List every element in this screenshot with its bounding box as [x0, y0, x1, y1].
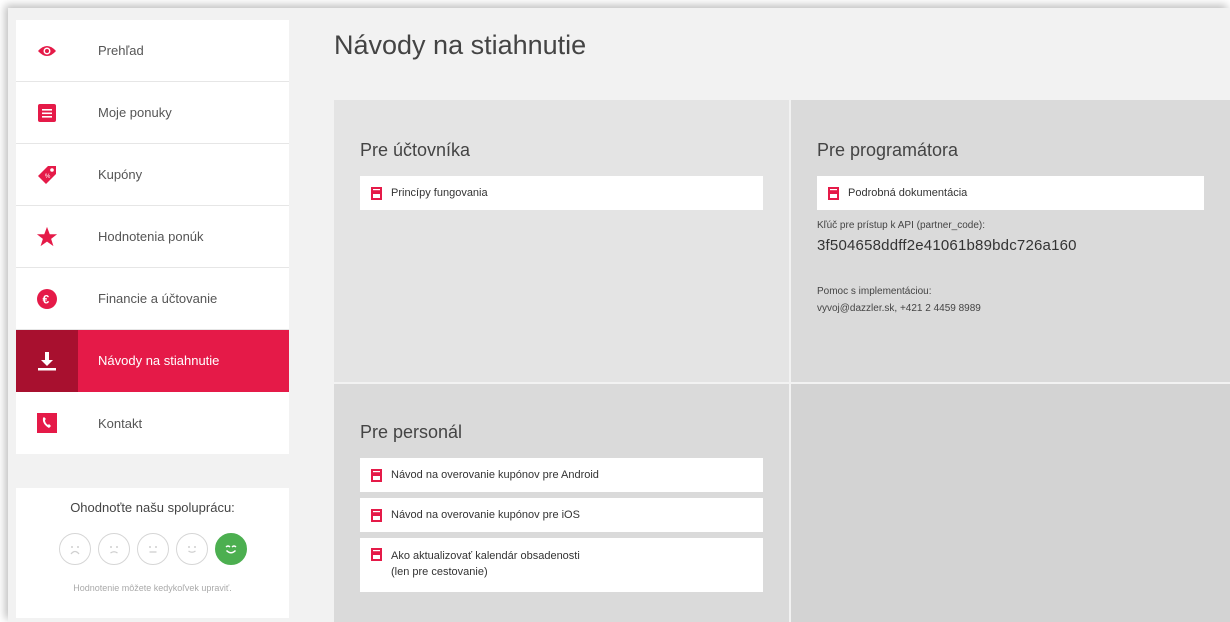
happy-face-icon[interactable] — [175, 533, 208, 565]
rating-faces — [16, 533, 289, 565]
sidebar-item-hodnotenia[interactable]: Hodnotenia ponúk — [16, 206, 289, 268]
link-text: Návod na overovanie kupónov pre iOS — [391, 509, 580, 521]
sidebar-menu: Prehľad Moje ponuky % Kupóny Hodnotenia … — [16, 20, 289, 454]
link-text: Podrobná dokumentácia — [848, 187, 968, 199]
sad-face-icon[interactable] — [97, 533, 130, 565]
section-title: Pre programátora — [817, 140, 959, 160]
download-icon — [16, 329, 78, 392]
sidebar-item-kontakt[interactable]: Kontakt — [16, 392, 289, 454]
sidebar-item-label: Návody na stiahnutie — [98, 353, 220, 368]
section-staff: Pre personál Návod na overovanie kupónov… — [334, 384, 789, 622]
sidebar-item-kupony[interactable]: % Kupóny — [16, 144, 289, 206]
sidebar-item-moje-ponuky[interactable]: Moje ponuky — [16, 82, 289, 144]
svg-text:€: € — [43, 292, 50, 306]
pdf-icon — [371, 548, 382, 561]
sidebar-item-label: Kupóny — [98, 167, 143, 182]
rating-title: Ohodnoťte našu spoluprácu: — [70, 500, 235, 515]
app-frame: Prehľad Moje ponuky % Kupóny Hodnotenia … — [8, 8, 1230, 622]
sidebar-item-label: Kontakt — [98, 415, 143, 431]
pdf-link-android[interactable]: Návod na overovanie kupónov pre Android — [360, 458, 763, 492]
help-label: Pomoc s implementáciou: — [817, 286, 932, 297]
pdf-icon — [371, 468, 382, 482]
sidebar: Prehľad Moje ponuky % Kupóny Hodnotenia … — [16, 20, 289, 618]
eye-icon — [16, 20, 78, 82]
section-accountant: Pre účtovníka Princípy fungovania — [334, 100, 789, 382]
sidebar-item-prehlad[interactable]: Prehľad — [16, 20, 289, 82]
page-title: Návody na stiahnutie — [334, 30, 587, 60]
empty-panel — [791, 384, 1230, 622]
pdf-link-dokumentacia[interactable]: Podrobná dokumentácia — [817, 176, 1204, 210]
euro-icon: € — [16, 268, 78, 330]
api-key-value: 3f504658ddff2e41061b89bdc726a160 — [817, 237, 1077, 254]
list-icon — [16, 82, 78, 144]
pdf-link-kalendar[interactable]: Ako aktualizovať kalendár obsadenosti (l… — [360, 538, 763, 592]
section-programmer: Pre programátora Podrobná dokumentácia K… — [791, 100, 1230, 382]
very-happy-face-icon[interactable] — [214, 533, 247, 565]
section-title: Pre účtovníka — [360, 140, 471, 160]
pdf-link-ios[interactable]: Návod na overovanie kupónov pre iOS — [360, 498, 763, 532]
pdf-icon — [828, 186, 839, 200]
pdf-icon — [371, 508, 382, 522]
sidebar-item-financie[interactable]: € Financie a účtovanie — [16, 268, 289, 330]
sidebar-item-label: Prehľad — [98, 43, 144, 58]
link-text: Ako aktualizovať kalendár obsadenosti (l… — [391, 548, 580, 580]
link-text-line1: Ako aktualizovať kalendár obsadenosti — [391, 550, 580, 562]
link-text-line2: (len pre cestovanie) — [391, 566, 488, 578]
sidebar-item-label: Financie a účtovanie — [98, 291, 218, 306]
api-key-label: Kľúč pre prístup k API (partner_code): — [817, 220, 985, 231]
sidebar-item-navody[interactable]: Návody na stiahnutie — [16, 329, 289, 392]
link-text: Návod na overovanie kupónov pre Android — [391, 469, 599, 481]
sidebar-item-label: Moje ponuky — [98, 105, 172, 120]
link-text: Princípy fungovania — [391, 187, 488, 199]
very-sad-face-icon[interactable] — [58, 533, 91, 565]
rating-note: Hodnotenie môžete kedykoľvek upraviť. — [73, 583, 232, 593]
tag-icon: % — [16, 144, 78, 206]
help-contact: vyvoj@dazzler.sk, +421 2 4459 8989 — [817, 303, 981, 314]
rating-widget: Ohodnoťte našu spoluprácu: Hodnotenie mô… — [16, 488, 289, 618]
sidebar-item-label: Hodnotenia ponúk — [98, 229, 204, 244]
neutral-face-icon[interactable] — [136, 533, 169, 565]
pdf-icon — [371, 186, 382, 200]
section-title: Pre personál — [360, 422, 463, 442]
phone-book-icon — [16, 392, 78, 454]
pdf-link-principy[interactable]: Princípy fungovania — [360, 176, 763, 210]
svg-text:%: % — [45, 174, 51, 180]
star-icon — [16, 206, 78, 268]
